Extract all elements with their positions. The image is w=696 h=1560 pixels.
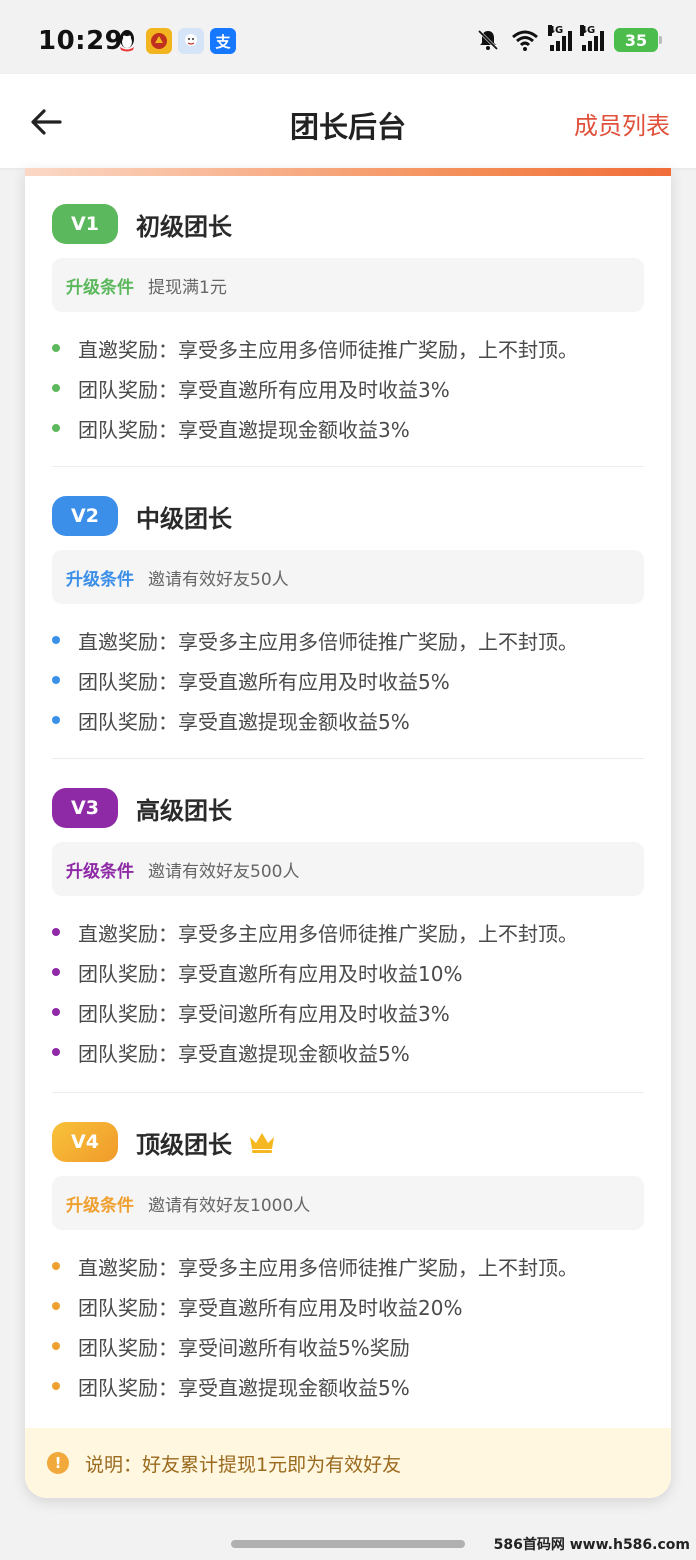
status-indicators: 4G 4G 35 [476,25,662,52]
status-time: 10:29 [38,26,124,56]
perk-item: 直邀奖励：享受多主应用多倍师徒推广奖励，上不封顶。 [52,912,644,952]
level-v1: V1 初级团长 升级条件 提现满1元 直邀奖励：享受多主应用多倍师徒推广奖励，上… [52,204,644,448]
perk-item: 团队奖励：享受直邀提现金额收益3% [52,408,644,448]
upgrade-condition: 升级条件 邀请有效好友1000人 [52,1176,644,1230]
perk-item: 团队奖励：享受直邀所有应用及时收益10% [52,952,644,992]
app-icon-3 [178,28,204,54]
crown-icon [250,1133,274,1153]
condition-text: 邀请有效好友1000人 [148,1195,311,1216]
condition-text: 邀请有效好友500人 [148,861,300,882]
nav-bar: 团长后台 成员列表 [0,74,696,168]
level-name: 顶级团长 [136,1130,232,1159]
info-note: ! 说明：好友累计提现1元即为有效好友 [25,1428,671,1498]
divider [52,758,644,759]
level-name: 初级团长 [136,212,232,241]
perk-item: 团队奖励：享受间邀所有收益5%奖励 [52,1326,644,1366]
condition-label: 升级条件 [66,861,134,882]
level-v3: V3 高级团长 升级条件 邀请有效好友500人 直邀奖励：享受多主应用多倍师徒推… [52,788,644,1072]
perk-list: 直邀奖励：享受多主应用多倍师徒推广奖励，上不封顶。 团队奖励：享受直邀所有应用及… [52,1246,644,1406]
level-badge: V1 [52,204,118,244]
wifi-icon [512,30,538,51]
home-indicator[interactable] [231,1540,465,1548]
condition-label: 升级条件 [66,569,134,590]
divider [52,1092,644,1093]
perk-item: 直邀奖励：享受多主应用多倍师徒推广奖励，上不封顶。 [52,1246,644,1286]
perk-item: 团队奖励：享受直邀所有应用及时收益3% [52,368,644,408]
upgrade-condition: 升级条件 邀请有效好友50人 [52,550,644,604]
condition-label: 升级条件 [66,1195,134,1216]
note-text: 说明：好友累计提现1元即为有效好友 [85,1453,402,1476]
status-app-icons: 支 [114,28,236,54]
perk-item: 团队奖励：享受直邀所有应用及时收益20% [52,1286,644,1326]
level-name: 高级团长 [136,796,232,825]
app-icon-2 [146,28,172,54]
signal-icon-1: 4G [548,25,572,51]
info-icon: ! [47,1452,69,1474]
condition-text: 邀请有效好友50人 [148,569,289,590]
qq-icon [114,28,140,54]
upgrade-condition: 升级条件 邀请有效好友500人 [52,842,644,896]
condition-label: 升级条件 [66,277,134,298]
mute-bell-icon [477,29,499,51]
card-top-accent [25,168,671,176]
battery-indicator: 35 [614,28,662,52]
perk-item: 直邀奖励：享受多主应用多倍师徒推广奖励，上不封顶。 [52,328,644,368]
perk-item: 团队奖励：享受直邀提现金额收益5% [52,1366,644,1406]
member-list-button[interactable]: 成员列表 [574,106,670,141]
level-v4: V4 顶级团长 升级条件 邀请有效好友1000人 直邀奖励：享受多主应用多倍师徒… [52,1122,644,1406]
perk-list: 直邀奖励：享受多主应用多倍师徒推广奖励，上不封顶。 团队奖励：享受直邀所有应用及… [52,328,644,448]
alipay-icon: 支 [210,28,236,54]
perk-list: 直邀奖励：享受多主应用多倍师徒推广奖励，上不封顶。 团队奖励：享受直邀所有应用及… [52,912,644,1072]
level-v2: V2 中级团长 升级条件 邀请有效好友50人 直邀奖励：享受多主应用多倍师徒推广… [52,496,644,740]
status-bar: 10:29 支 4G 4G 35 [0,0,696,74]
divider [52,466,644,467]
level-badge: V2 [52,496,118,536]
level-badge: V3 [52,788,118,828]
perk-item: 直邀奖励：享受多主应用多倍师徒推广奖励，上不封顶。 [52,620,644,660]
signal-icon-2: 4G [580,25,604,51]
perk-item: 团队奖励：享受直邀提现金额收益5% [52,1032,644,1072]
level-name: 中级团长 [136,504,232,533]
perk-list: 直邀奖励：享受多主应用多倍师徒推广奖励，上不封顶。 团队奖励：享受直邀所有应用及… [52,620,644,740]
perk-item: 团队奖励：享受间邀所有应用及时收益3% [52,992,644,1032]
level-card: V1 初级团长 升级条件 提现满1元 直邀奖励：享受多主应用多倍师徒推广奖励，上… [25,168,671,1498]
perk-item: 团队奖励：享受直邀提现金额收益5% [52,700,644,740]
watermark: 586首码网 www.h586.com [493,1537,690,1553]
level-badge: V4 [52,1122,118,1162]
upgrade-condition: 升级条件 提现满1元 [52,258,644,312]
condition-text: 提现满1元 [148,277,227,298]
perk-item: 团队奖励：享受直邀所有应用及时收益5% [52,660,644,700]
